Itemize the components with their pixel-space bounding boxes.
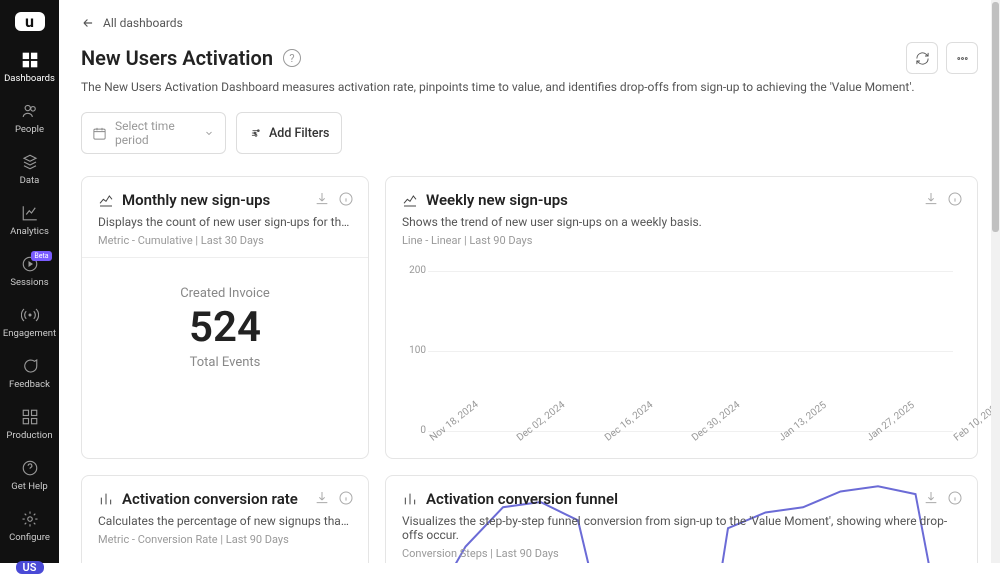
metric-icon (98, 192, 114, 208)
sidebar-item-feedback[interactable]: Feedback (3, 357, 56, 390)
sidebar-label: Get Help (11, 481, 47, 492)
sidebar-item-sessions[interactable]: Beta Sessions (3, 255, 56, 288)
sidebar-item-dashboards[interactable]: Dashboards (3, 51, 56, 84)
info-icon (947, 191, 963, 207)
refresh-icon (915, 51, 930, 66)
card-title: Activation conversion funnel (426, 490, 618, 508)
sidebar-item-configure[interactable]: Configure (6, 510, 52, 543)
users-icon (21, 102, 39, 120)
arrow-left-icon (81, 16, 95, 30)
sidebar-item-engagement[interactable]: Engagement (3, 306, 56, 339)
download-icon (314, 191, 330, 207)
card-meta: Metric - Cumulative | Last 30 Days (98, 234, 352, 247)
x-axis-label: Feb 10, 2025 (952, 434, 960, 443)
question-icon (21, 459, 39, 477)
sidebar-label: Sessions (10, 277, 48, 288)
card-meta: Line - Linear | Last 90 Days (402, 234, 961, 247)
card-desc: Calculates the percentage of new signups… (98, 514, 352, 528)
sidebar-label: Data (20, 175, 40, 186)
download-button[interactable] (314, 191, 330, 207)
more-menu-button[interactable] (946, 42, 978, 74)
card-meta: Conversion Steps | Last 90 Days (402, 547, 961, 560)
page-title: New Users Activation (81, 46, 273, 70)
main-content: All dashboards New Users Activation ? Th… (59, 0, 1000, 563)
card-desc: Shows the trend of new user sign-ups on … (402, 215, 961, 229)
sidebar-label: People (15, 124, 44, 135)
play-icon: Beta (21, 255, 39, 273)
info-button[interactable] (947, 191, 963, 207)
page-description: The New Users Activation Dashboard measu… (81, 80, 978, 94)
refresh-button[interactable] (906, 42, 938, 74)
line-chart-icon (402, 192, 418, 208)
sidebar-label: Production (6, 430, 52, 441)
download-button[interactable] (923, 191, 939, 207)
monthly-signups-card: Monthly new sign-ups Displays the count … (81, 176, 369, 459)
sidebar-label: Dashboards (4, 73, 55, 84)
metric-sub: Total Events (98, 355, 352, 370)
metric-label: Created Invoice (98, 286, 352, 301)
sidebar-item-people[interactable]: People (3, 102, 56, 135)
download-icon (923, 490, 939, 506)
download-icon (314, 490, 330, 506)
info-button[interactable] (338, 191, 354, 207)
sidebar-item-analytics[interactable]: Analytics (3, 204, 56, 237)
back-to-dashboards-link[interactable]: All dashboards (81, 16, 183, 30)
chevron-down-icon (203, 127, 215, 139)
bar-chart-icon (98, 491, 114, 507)
sidebar-label: Engagement (3, 328, 56, 339)
time-placeholder: Select time period (115, 119, 195, 147)
info-icon (338, 191, 354, 207)
sidebar-item-get help[interactable]: Get Help (6, 459, 52, 492)
chart-icon (21, 204, 39, 222)
info-button[interactable] (947, 490, 963, 506)
info-icon (947, 490, 963, 506)
card-title: Activation conversion rate (122, 490, 298, 508)
weekly-signups-card: Weekly new sign-ups Shows the trend of n… (385, 176, 978, 459)
sidebar-label: Feedback (9, 379, 50, 390)
sidebar-label: Analytics (10, 226, 49, 237)
sidebar-item-production[interactable]: Production (6, 408, 52, 441)
grid-icon (21, 408, 39, 426)
card-title: Weekly new sign-ups (426, 191, 568, 209)
calendar-icon (92, 126, 107, 141)
more-icon (955, 51, 970, 66)
filter-icon (249, 126, 263, 140)
time-period-select[interactable]: Select time period (81, 112, 226, 154)
app-logo[interactable]: u (15, 12, 45, 31)
weekly-chart: 0100200 (428, 271, 953, 431)
bar-chart-icon (402, 491, 418, 507)
add-filters-button[interactable]: Add Filters (236, 112, 342, 154)
metric-value: 524 (98, 305, 352, 351)
card-desc: Displays the count of new user sign-ups … (98, 215, 352, 229)
filters-row: Select time period Add Filters (81, 112, 978, 154)
stack-icon (21, 153, 39, 171)
help-icon[interactable]: ? (283, 49, 301, 67)
scrollbar[interactable] (991, 0, 1000, 563)
download-button[interactable] (314, 490, 330, 506)
info-button[interactable] (338, 490, 354, 506)
chat-icon (21, 357, 39, 375)
broadcast-icon (21, 306, 39, 324)
sidebar-item-data[interactable]: Data (3, 153, 56, 186)
activation-rate-card: Activation conversion rate Calculates th… (81, 475, 369, 563)
info-icon (338, 490, 354, 506)
grid-icon (21, 51, 39, 69)
card-meta: Metric - Conversion Rate | Last 90 Days (98, 533, 352, 546)
card-title: Monthly new sign-ups (122, 191, 270, 209)
activation-funnel-card: Activation conversion funnel Visualizes … (385, 475, 978, 563)
gear-icon (21, 510, 39, 528)
back-label: All dashboards (103, 16, 183, 30)
card-desc: Visualizes the step-by-step funnel conve… (402, 514, 961, 542)
download-button[interactable] (923, 490, 939, 506)
download-icon (923, 191, 939, 207)
add-filters-label: Add Filters (269, 126, 329, 141)
sidebar: u Dashboards People Data Analytics Beta Sessi… (0, 0, 59, 563)
sidebar-label: Configure (9, 532, 50, 543)
